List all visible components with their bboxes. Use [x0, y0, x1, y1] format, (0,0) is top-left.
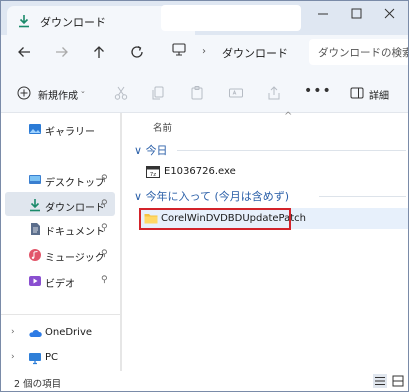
minimize-button[interactable]: [307, 1, 340, 27]
tiles-view-icon[interactable]: [391, 374, 405, 388]
file-explorer-window: ダウンロード ✕ + › ダウンロード ダウンロードの検索 新規作成 ⌄: [0, 0, 409, 392]
more-icon[interactable]: •••: [304, 84, 332, 98]
status-bar: [1, 371, 408, 391]
maximize-icon: [351, 8, 362, 19]
group-label: 今年に入って (今月は含めず): [145, 190, 290, 203]
pc-icon: [29, 353, 41, 365]
chevron-down-icon[interactable]: ⌄: [80, 87, 86, 95]
sidebar-item-videos[interactable]: ビデオ: [45, 275, 75, 290]
file-name[interactable]: E1036726.exe: [164, 166, 236, 177]
sidebar-divider: [1, 314, 120, 315]
share-icon[interactable]: [266, 85, 282, 101]
download-icon: [30, 199, 40, 212]
new-button-label[interactable]: 新規作成: [38, 87, 78, 102]
chevron-down-icon: ∨: [134, 144, 143, 157]
new-plus-icon[interactable]: [17, 86, 31, 100]
group-divider: [177, 150, 406, 151]
copy-icon[interactable]: [150, 85, 166, 101]
sidebar-item-gallery[interactable]: ギャラリー: [45, 123, 95, 138]
sidebar-item-documents[interactable]: ドキュメント: [45, 223, 105, 238]
refresh-icon[interactable]: [128, 43, 146, 61]
cut-icon[interactable]: [113, 85, 129, 101]
details-pane-icon[interactable]: [350, 87, 364, 99]
group-divider: [319, 196, 406, 197]
group-label: 今日: [145, 144, 168, 157]
onedrive-icon: [29, 330, 42, 337]
chevron-right-icon[interactable]: ›: [11, 352, 15, 362]
sidebar-item-downloads[interactable]: ダウンロード: [45, 199, 105, 214]
chevron-down-icon: ∨: [134, 190, 143, 203]
column-header-name[interactable]: 名前: [153, 120, 172, 134]
details-view-icon[interactable]: [373, 374, 387, 388]
highlight-box: [139, 208, 291, 230]
music-icon: [29, 249, 41, 261]
svg-text:7z: 7z: [150, 172, 156, 178]
paste-icon[interactable]: [189, 85, 205, 101]
sidebar-item-onedrive[interactable]: OneDrive: [45, 327, 92, 338]
back-arrow-icon[interactable]: [15, 43, 33, 61]
videos-icon: [29, 276, 41, 286]
chevron-right-icon: ›: [202, 46, 206, 57]
sidebar-item-desktop[interactable]: デスクトップ: [45, 174, 105, 189]
documents-icon: [31, 223, 40, 235]
pin-icon: ⚲: [101, 174, 108, 184]
forward-arrow-icon[interactable]: [53, 43, 71, 61]
sidebar-item-music[interactable]: ミュージック: [45, 249, 105, 264]
search-placeholder[interactable]: ダウンロードの検索: [318, 45, 408, 60]
group-header-this-year[interactable]: ∨ 今年に入って (今月は含めず): [134, 188, 289, 204]
sidebar-item-pc[interactable]: PC: [45, 352, 58, 363]
this-pc-icon: [172, 43, 186, 56]
sidebar-scrollbar[interactable]: [120, 113, 122, 371]
close-icon: [384, 8, 395, 19]
pin-icon: ⚲: [101, 275, 108, 285]
address-bar[interactable]: [161, 5, 301, 31]
rename-icon[interactable]: [228, 85, 244, 101]
pin-icon: ⚲: [101, 223, 108, 233]
pin-icon: ⚲: [101, 249, 108, 259]
close-window-button[interactable]: [373, 1, 406, 27]
exe-file-icon: 7z: [146, 166, 160, 178]
pin-icon: ⚲: [101, 199, 108, 209]
gallery-icon: [29, 124, 41, 134]
details-button-label[interactable]: 詳細: [369, 87, 389, 102]
item-count: 2 個の項目: [14, 379, 62, 390]
chevron-right-icon[interactable]: ›: [11, 327, 15, 337]
address-path[interactable]: ダウンロード: [222, 45, 288, 61]
maximize-button[interactable]: [340, 1, 373, 27]
tab-title: ダウンロード: [40, 16, 106, 29]
download-folder-icon: [19, 15, 29, 28]
up-arrow-icon[interactable]: [90, 43, 108, 61]
desktop-icon: [29, 175, 41, 184]
sort-ascending-icon: ^: [284, 111, 293, 122]
minimize-icon: [318, 13, 328, 15]
group-header-today[interactable]: ∨ 今日: [134, 142, 168, 158]
